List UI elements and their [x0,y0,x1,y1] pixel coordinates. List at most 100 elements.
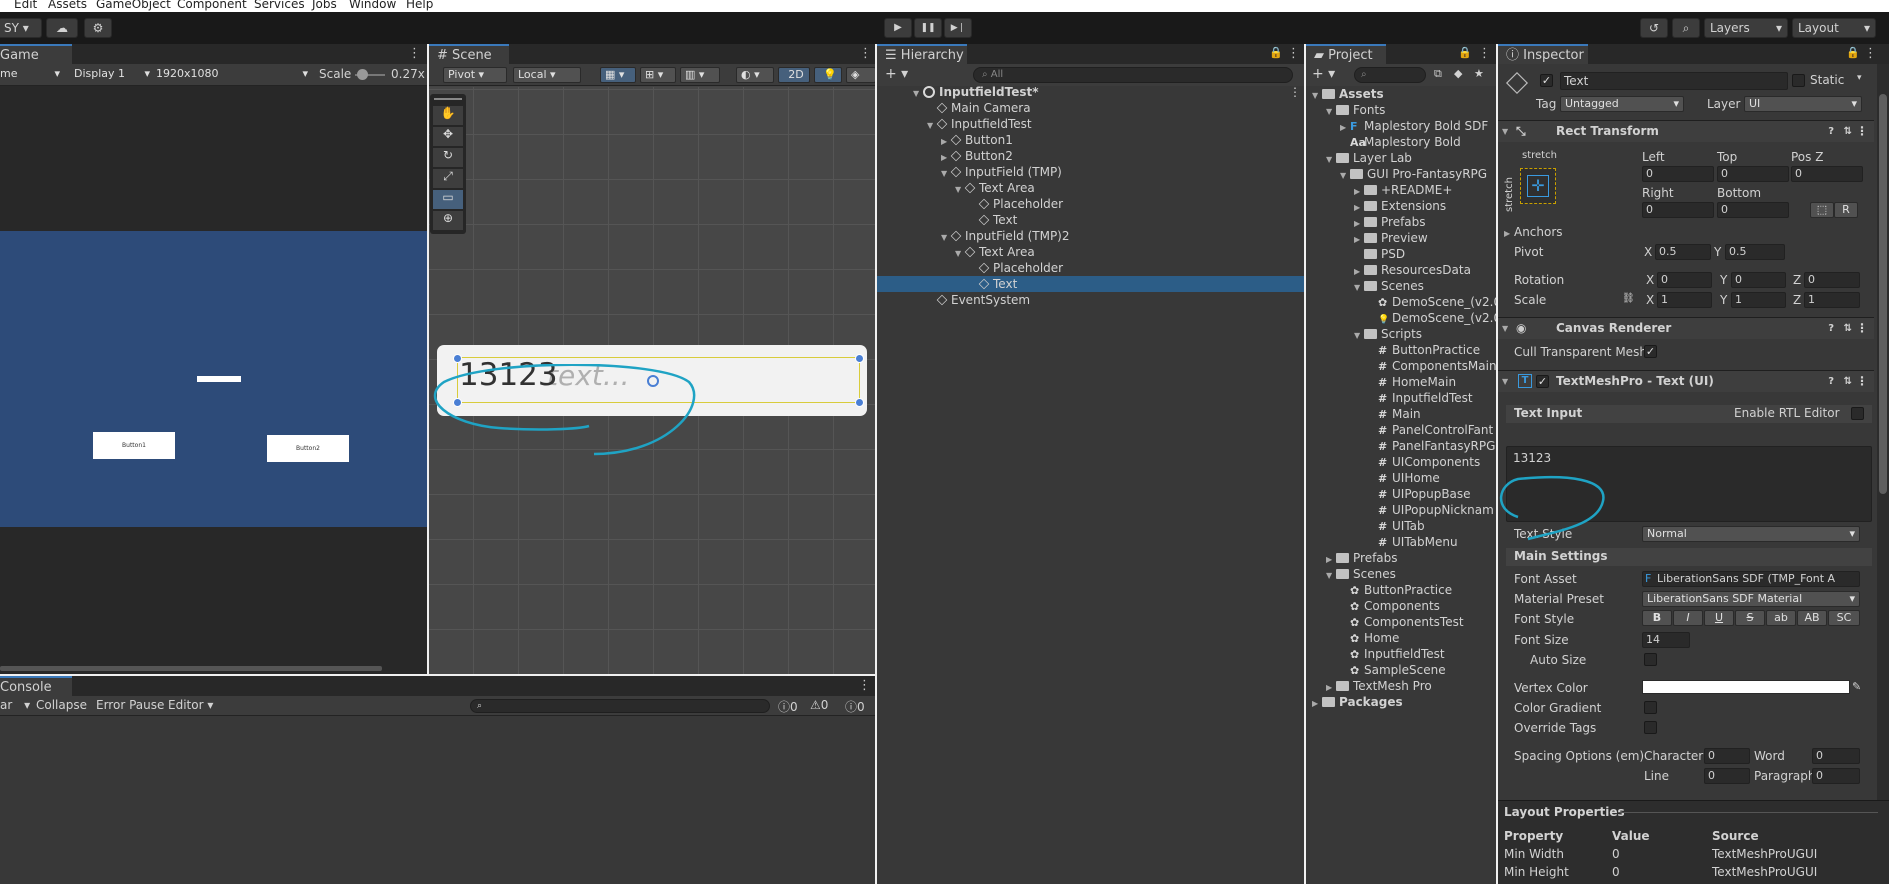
line-spacing-field[interactable]: 0 [1704,768,1750,784]
project-item[interactable]: # UIPopupBase [1306,486,1471,502]
eyedropper-icon[interactable]: ✎ [1852,680,1861,693]
rotation-z-field[interactable]: 0 [1804,272,1860,288]
project-item[interactable]: ✿ Components [1306,598,1440,614]
inspector-menu-icon[interactable]: ⋮ [1864,46,1877,61]
grid-snap-button[interactable]: ▦ ▾ [600,67,636,83]
project-item[interactable]: # InputfieldTest [1306,390,1473,406]
game-input-field[interactable] [197,376,241,382]
project-item[interactable]: # PanelFantasyRPG [1306,438,1495,454]
create-button[interactable]: + ▾ [885,66,908,82]
tab-game[interactable]: Game [0,44,72,64]
expand-arrow-icon[interactable]: ▶ [1312,696,1322,712]
underline-button[interactable]: U [1704,610,1734,626]
tab-scene[interactable]: # Scene [429,44,509,64]
italic-button[interactable]: I [1673,610,1703,626]
toggle-2d-button[interactable]: 2D [778,67,810,83]
console-menu-icon[interactable]: ⋮ [858,678,871,693]
layout-dropdown[interactable]: Layout ▾ [1792,18,1876,38]
character-spacing-field[interactable]: 0 [1704,748,1750,764]
project-item[interactable]: ▶ Preview [1306,230,1428,246]
project-item[interactable]: # UIHome [1306,470,1440,486]
layers-dropdown[interactable]: Layers ▾ [1704,18,1788,38]
rotation-y-field[interactable]: 0 [1731,272,1786,288]
project-item[interactable]: ▼ Scenes [1306,278,1424,294]
project-item[interactable]: ✿ ButtonPractice [1306,582,1452,598]
project-item[interactable]: ▶ F Maplestory Bold SDF [1306,118,1488,134]
project-item[interactable]: # UITabMenu [1306,534,1458,550]
tag-dropdown[interactable]: Untagged ▾ [1560,96,1684,112]
warning-count[interactable]: ⚠0 [810,698,828,712]
tab-hierarchy[interactable]: ☰ Hierarchy [877,44,967,64]
display-dropdown[interactable]: Display 1 ▾ [70,67,154,83]
project-item[interactable]: ▼ Fonts [1306,102,1385,118]
project-item[interactable]: # UITab [1306,518,1425,534]
tmp-menu-icon[interactable]: ⋮ [1856,371,1868,392]
account-dropdown[interactable]: SY ▾ [0,18,42,38]
console-search-input[interactable]: ⌕ [470,699,770,713]
tmp-preset-icon[interactable]: ⇅ [1844,371,1852,392]
step-button[interactable]: ▶❘ [944,18,972,38]
menu-assets[interactable]: Assets [48,0,87,11]
layer-dropdown[interactable]: UI ▾ [1744,96,1862,112]
uppercase-button[interactable]: AB [1797,610,1827,626]
project-item[interactable]: ▼ Layer Lab [1306,150,1412,166]
project-item[interactable]: AaMaplestory Bold [1306,134,1461,150]
move-tool-icon[interactable]: ✥ [433,127,463,146]
project-create-button[interactable]: + ▾ [1312,66,1335,82]
constrain-proportions-icon[interactable]: ⛓ [1622,293,1635,304]
active-checkbox[interactable]: ✓ [1540,74,1553,87]
pivot-x-field[interactable]: 0.5 [1655,244,1711,260]
project-item[interactable]: ✿ SampleScene [1306,662,1446,678]
project-item[interactable]: # ComponentsMain [1306,358,1496,374]
scale-tool-icon[interactable]: ⤢ [433,169,463,188]
project-item[interactable]: ✿ Home [1306,630,1399,646]
filter-type-icon[interactable]: ⧉ [1434,67,1442,81]
rect-tool-icon[interactable]: ▭ [433,190,463,209]
hierarchy-item[interactable]: ▼ Text Area [877,244,1304,260]
bold-button[interactable]: B [1642,610,1672,626]
game-button2[interactable]: Button2 [267,435,349,462]
top-field[interactable]: 0 [1717,166,1789,182]
menu-window[interactable]: Window [349,0,396,11]
menu-edit[interactable]: Edit [14,0,37,11]
game-viewport[interactable]: Button1 Button2 [0,231,427,527]
text-style-dropdown[interactable]: Normal ▾ [1642,526,1860,542]
hierarchy-item[interactable]: Placeholder [877,260,1304,276]
splitter-line[interactable] [1618,812,1878,813]
color-gradient-checkbox[interactable] [1644,701,1657,714]
layout-properties-title[interactable]: Layout Properties [1504,805,1625,819]
static-dropdown-arrow[interactable]: ▾ [1857,73,1862,83]
inspector-scrollbar[interactable] [1877,64,1889,804]
smallcaps-button[interactable]: SC [1828,610,1860,626]
collab-icon[interactable]: ⚙ [84,18,112,38]
preset-icon[interactable]: ⇅ [1844,121,1852,142]
tmp-header[interactable]: ▼ T ✓ TextMeshPro - Text (UI) ? ⇅ ⋮ [1498,370,1874,392]
game-button1[interactable]: Button1 [93,432,175,459]
project-item[interactable]: ▶ Extensions [1306,198,1446,214]
menu-gameobject[interactable]: GameObject [96,0,171,11]
static-checkbox[interactable] [1792,74,1805,87]
tmp-help-icon[interactable]: ? [1828,371,1834,392]
clear-button[interactable]: ar ▾ [0,698,30,712]
inspector-scroll-thumb[interactable] [1879,94,1887,494]
canvas-renderer-header[interactable]: ▼ ◉ Canvas Renderer ? ⇅ ⋮ [1498,317,1874,339]
project-item[interactable]: ▶ TextMesh Pro [1306,678,1432,694]
object-name-field[interactable]: Text [1560,72,1788,90]
pivot-dropdown[interactable]: Pivot ▾ [443,67,507,83]
cloud-icon[interactable]: ☁ [46,18,78,38]
audio-toggle-icon[interactable]: ◈ [846,67,875,83]
project-item[interactable]: # UIPopupNicknam [1306,502,1494,518]
snap-increment-button[interactable]: ⊞ ▾ [640,67,676,83]
bottom-field[interactable]: 0 [1717,202,1789,218]
tab-inspector[interactable]: ⓘ Inspector [1498,44,1588,64]
search-icon[interactable]: ⌕ [1672,18,1700,38]
anchor-presets-button[interactable]: ✛ [1520,168,1556,204]
handle-top-right[interactable] [855,354,864,363]
posz-field[interactable]: 0 [1791,166,1863,182]
main-settings-header[interactable]: Main Settings [1506,548,1872,566]
hierarchy-item[interactable]: ▶ Button1 [877,132,1304,148]
hierarchy-item[interactable]: ▶ Button2 [877,148,1304,164]
project-item[interactable]: 💡 DemoScene_(v2.0 [1306,310,1496,326]
handle-top-left[interactable] [453,354,462,363]
left-field[interactable]: 0 [1642,166,1714,182]
